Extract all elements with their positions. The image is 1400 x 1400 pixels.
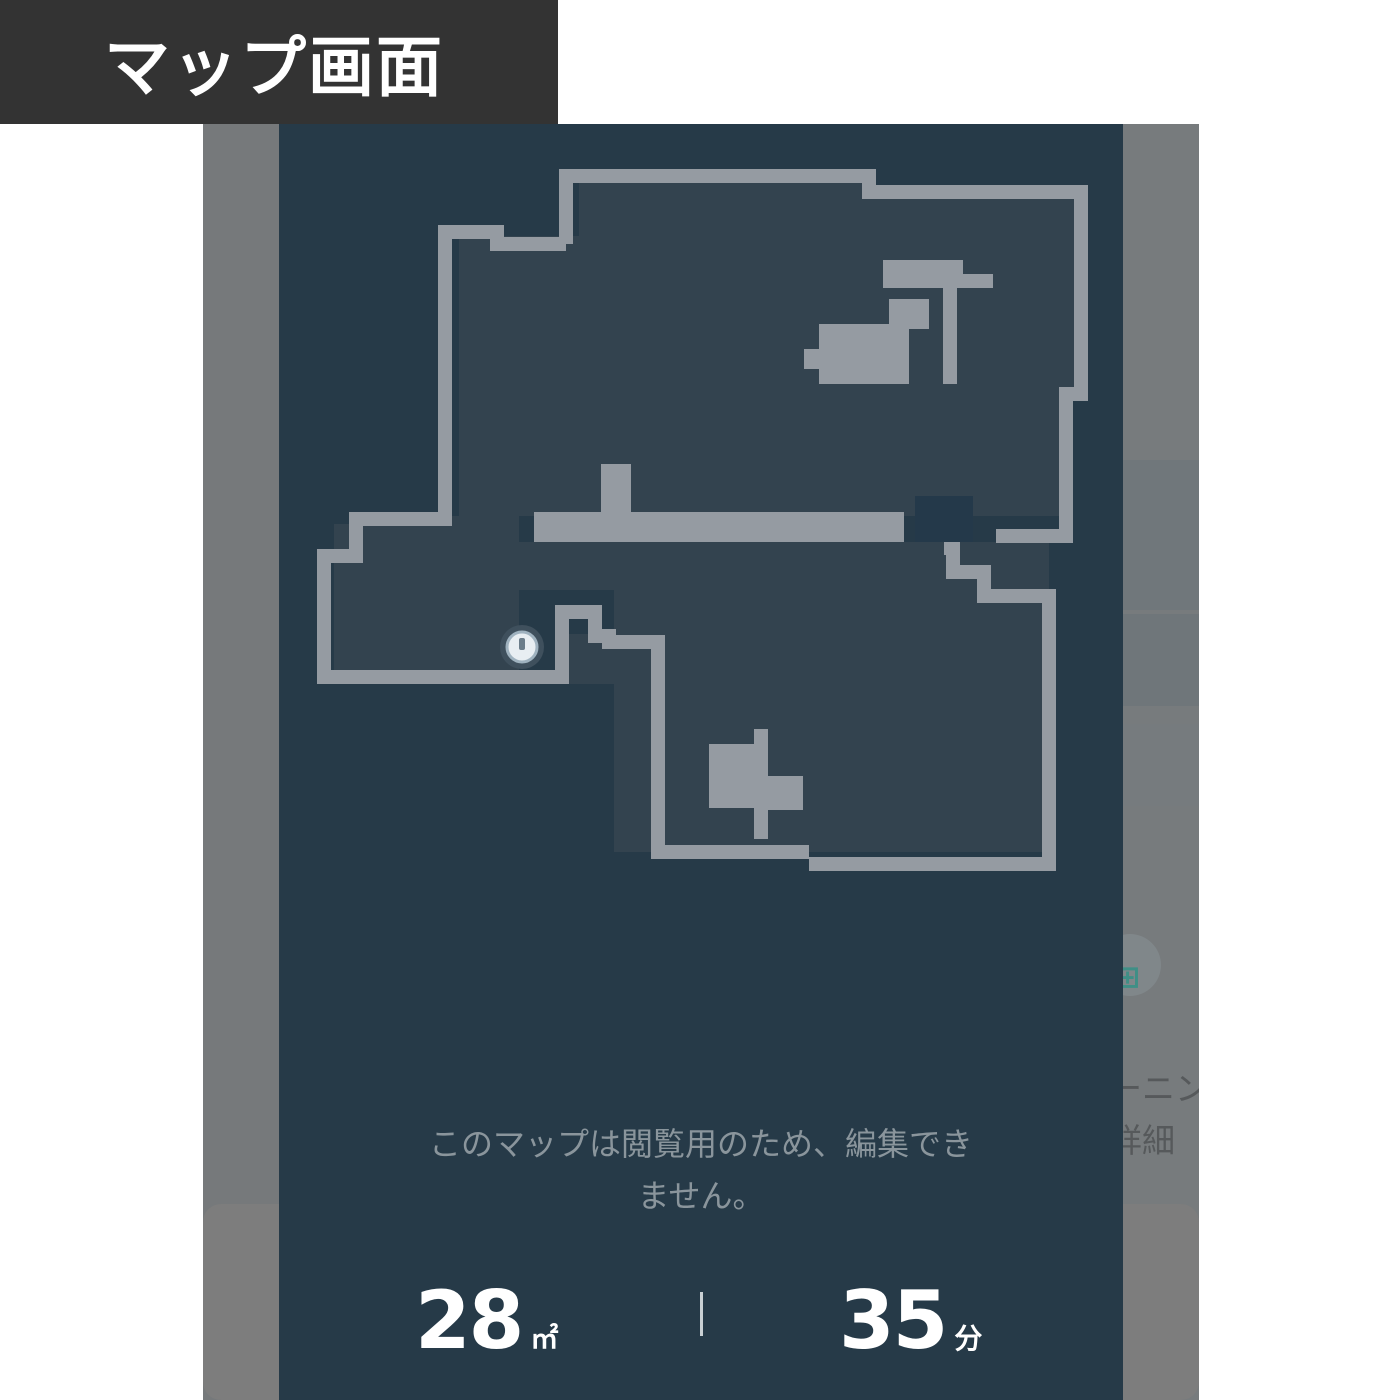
app-screen: ⊞ ーニン 詳細 このマップは閲覧用のため、編集でき ません。 28 ㎡ 35 … (203, 124, 1199, 1400)
map-panel[interactable]: このマップは閲覧用のため、編集でき ません。 28 ㎡ 35 分 (279, 124, 1123, 1400)
cleaning-time-unit: 分 (954, 1322, 983, 1355)
background-card (1121, 460, 1199, 610)
background-card (1121, 724, 1199, 806)
cleaned-area-value: 28 (415, 1274, 524, 1367)
stats-divider (700, 1292, 703, 1336)
dock-area (915, 496, 973, 542)
map-notice: このマップは閲覧用のため、編集でき ません。 (279, 1118, 1123, 1222)
page-title: マップ画面 (0, 0, 558, 124)
map-notice-line1: このマップは閲覧用のため、編集でき (428, 1125, 973, 1163)
background-card (1121, 614, 1199, 706)
robot-vacuum-icon (500, 625, 544, 669)
cleaned-area-stat: 28 ㎡ (415, 1274, 558, 1367)
cleaned-area-unit: ㎡ (530, 1322, 559, 1355)
map-notice-line2: ません。 (637, 1177, 765, 1215)
cleaning-time-stat: 35 分 (839, 1274, 982, 1367)
cleaning-time-value: 35 (839, 1274, 948, 1367)
